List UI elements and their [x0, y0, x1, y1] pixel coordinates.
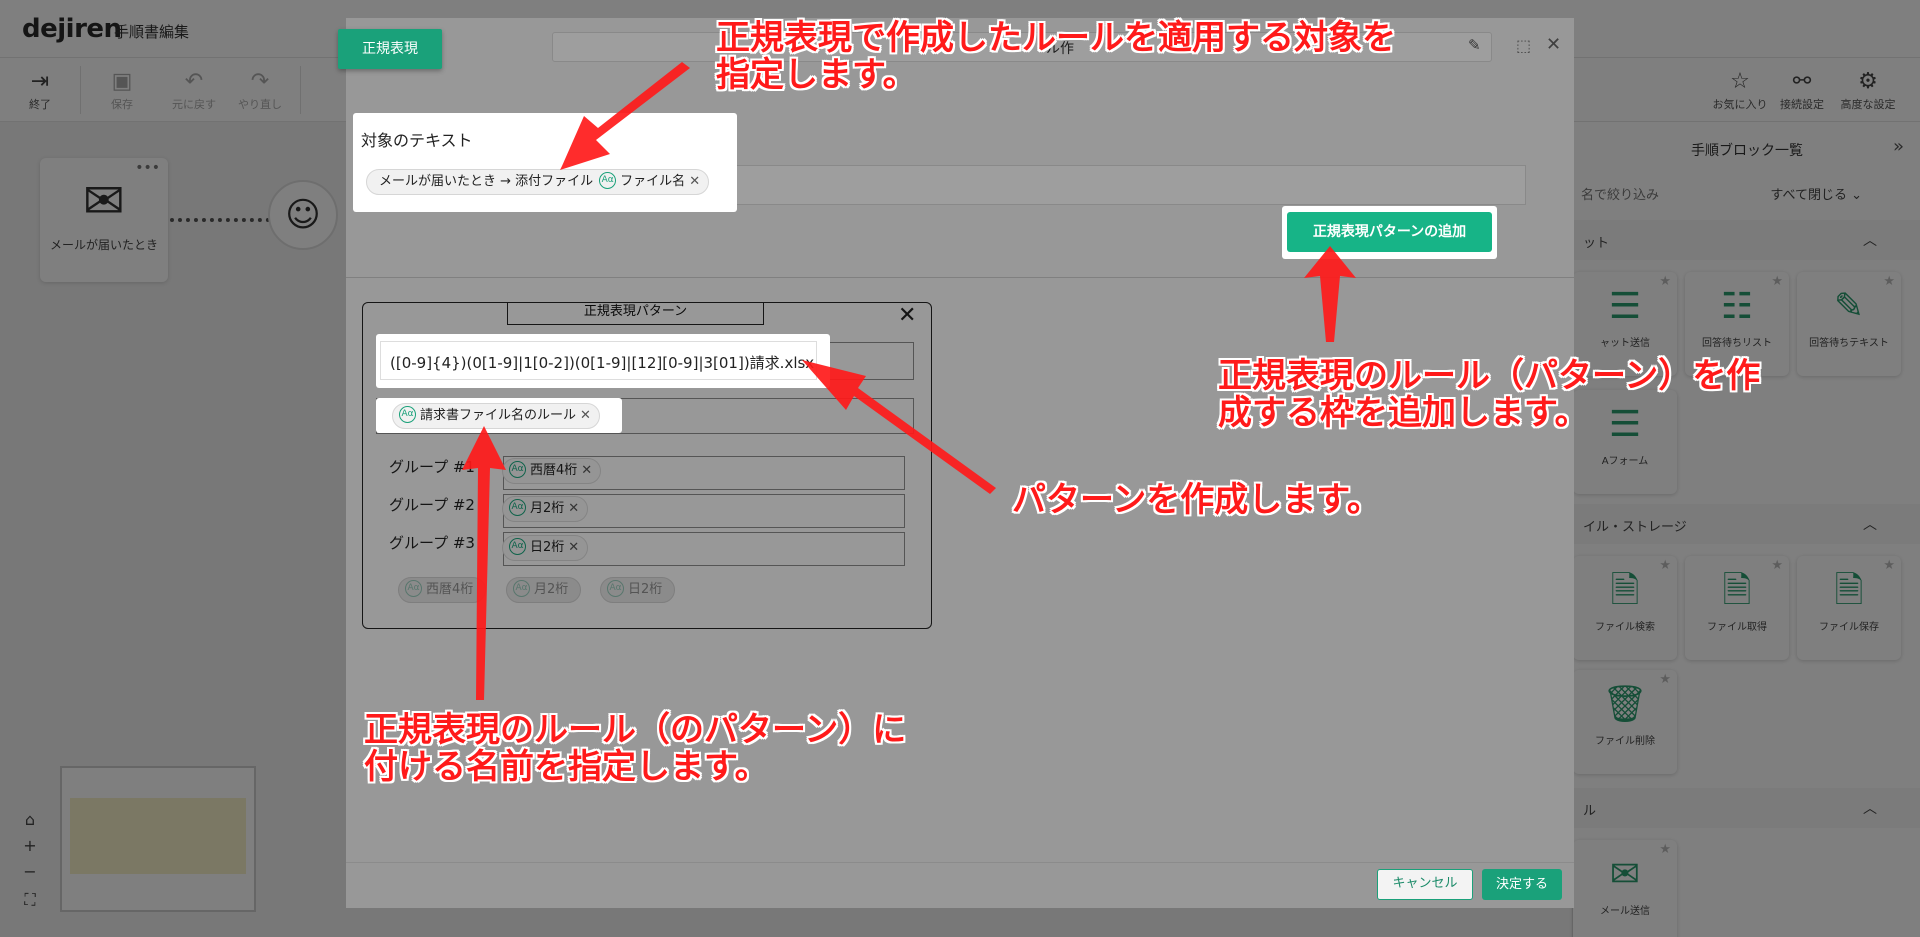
add-pattern-highlight: 正規表現パターンの追加 — [1282, 206, 1497, 259]
annotation-add-pattern-line-2: 成する枠を追加します。 — [1218, 393, 1589, 434]
annotation-add-pattern-line-1: 正規表現のルール（パターン）を作 — [1218, 356, 1761, 396]
annotation-name-line-2: 付ける名前を指定します。 — [364, 747, 769, 788]
pattern-input[interactable]: ([0-9]{4})(0[1-9]|1[0-2])(0[1-9]|[12][0-… — [390, 352, 814, 373]
rule-name-highlight: Aα 請求書ファイル名のルール ✕ — [376, 398, 622, 433]
remove-icon[interactable]: ✕ — [580, 408, 591, 423]
annotation-name-line-1: 正規表現のルール（のパターン）に — [364, 710, 907, 750]
target-text-highlight: 対象のテキスト メールが届いたとき → 添付ファイル Aα ファイル名 ✕ — [353, 113, 737, 212]
annotation-target-line-1: 正規表現で作成したルールを適用する対象を — [716, 18, 1396, 58]
target-text-chip[interactable]: メールが届いたとき → 添付ファイル Aα ファイル名 ✕ — [366, 169, 710, 195]
remove-icon[interactable]: ✕ — [689, 174, 700, 189]
pattern-highlight: ([0-9]{4})(0[1-9]|1[0-2])(0[1-9]|[12][0-… — [376, 334, 830, 388]
add-regex-pattern-button[interactable]: 正規表現パターンの追加 — [1287, 212, 1492, 252]
rule-name-chip[interactable]: Aα 請求書ファイル名のルール ✕ — [392, 403, 600, 429]
annotation-target: 正規表現で作成したルールを適用する対象を 指定します。 — [716, 18, 1396, 96]
annotation-pattern: パターンを作成します。 — [1012, 480, 1381, 520]
annotation-target-line-2: 指定します。 — [716, 55, 917, 96]
confirm-button[interactable]: 決定する — [1482, 869, 1562, 900]
annotation-add-pattern: 正規表現のルール（パターン）を作 成する枠を追加します。 — [1218, 356, 1761, 434]
cancel-button[interactable]: キャンセル — [1377, 869, 1473, 900]
target-text-label: 対象のテキスト — [361, 131, 473, 150]
regex-tag-button[interactable]: 正規表現 — [338, 29, 442, 69]
text-type-icon: Aα — [399, 406, 416, 423]
annotation-name: 正規表現のルール（のパターン）に 付ける名前を指定します。 — [364, 710, 907, 788]
text-type-icon: Aα — [599, 172, 617, 189]
